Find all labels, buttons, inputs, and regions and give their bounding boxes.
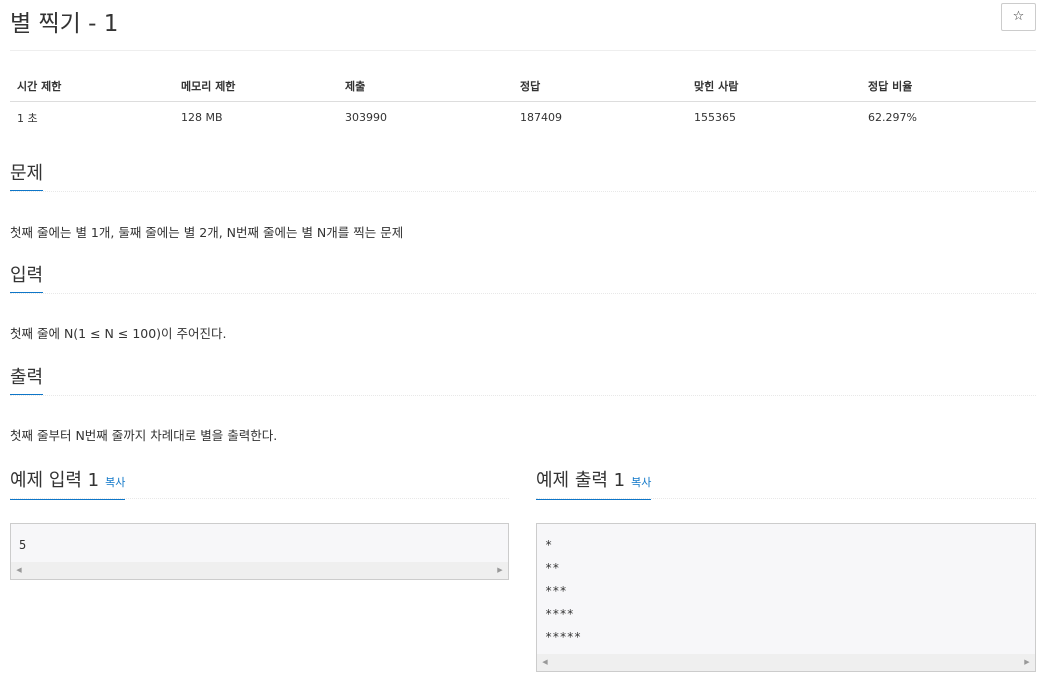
sample-input-content: 5 <box>19 538 27 552</box>
input-title: 입력 <box>10 264 44 293</box>
output-section-header: 출력 <box>10 366 1036 396</box>
output-title: 출력 <box>10 366 44 395</box>
scroll-left-arrow-icon[interactable]: ◀ <box>539 654 551 671</box>
value-time-limit: 1 초 <box>17 111 38 125</box>
value-submissions: 303990 <box>345 111 387 124</box>
header-accept-ratio: 정답 비율 <box>861 70 1036 102</box>
header-submissions: 제출 <box>338 70 513 102</box>
page-title: 별 찍기 - 1 <box>10 11 119 37</box>
scroll-right-arrow-icon[interactable]: ▶ <box>494 562 506 579</box>
value-accept-ratio: 62.297% <box>868 111 917 124</box>
problem-info-table: 시간 제한 메모리 제한 제출 정답 맞힌 사람 정답 비율 1 초 128 M… <box>10 70 1036 133</box>
problem-page: 별 찍기 - 1 ☆ 시간 제한 메모리 제한 제출 정답 맞힌 사람 정답 비… <box>0 0 1043 682</box>
sample-output-header: 예제 출력 1 복사 <box>536 469 1036 500</box>
scroll-right-arrow-icon[interactable]: ▶ <box>1021 654 1033 671</box>
sample-input-title: 예제 입력 1 <box>10 470 100 491</box>
description-title: 문제 <box>10 162 44 191</box>
sample-output-content: * ** *** **** ***** <box>545 538 582 644</box>
title-row: 별 찍기 - 1 ☆ <box>10 0 1036 51</box>
sample-input-heading: 예제 입력 1 복사 <box>10 469 126 500</box>
scroll-left-arrow-icon[interactable]: ◀ <box>13 562 25 579</box>
output-text: 첫째 줄부터 N번째 줄까지 차례대로 별을 출력한다. <box>10 428 278 443</box>
description-text: 첫째 줄에는 별 1개, 둘째 줄에는 별 2개, N번째 줄에는 별 N개를 … <box>10 225 404 240</box>
star-icon: ☆ <box>1012 9 1025 24</box>
value-memory-limit: 128 MB <box>181 111 223 124</box>
sample-input-box: 5 ◀ ▶ <box>10 523 509 580</box>
description-section-header: 문제 <box>10 162 1036 192</box>
info-value-row: 1 초 128 MB 303990 187409 155365 62.297% <box>10 102 1036 134</box>
sample-output-heading: 예제 출력 1 복사 <box>536 469 652 500</box>
value-solved-users: 155365 <box>694 111 736 124</box>
copy-sample-output-link[interactable]: 복사 <box>631 476 651 489</box>
sample-input-scrollbar[interactable]: ◀ ▶ <box>11 562 508 579</box>
input-text: 첫째 줄에 N(1 ≤ N ≤ 100)이 주어진다. <box>10 326 227 341</box>
input-section-header: 입력 <box>10 264 1036 294</box>
header-memory-limit: 메모리 제한 <box>174 70 338 102</box>
favorite-star-button[interactable]: ☆ <box>1001 3 1036 31</box>
copy-sample-input-link[interactable]: 복사 <box>105 476 125 489</box>
header-accepted: 정답 <box>513 70 687 102</box>
sample-output-title: 예제 출력 1 <box>536 470 626 491</box>
sample-output-scrollbar[interactable]: ◀ ▶ <box>537 654 1035 671</box>
header-time-limit: 시간 제한 <box>10 70 174 102</box>
value-accepted: 187409 <box>520 111 562 124</box>
sample-input-header: 예제 입력 1 복사 <box>10 469 509 500</box>
info-header-row: 시간 제한 메모리 제한 제출 정답 맞힌 사람 정답 비율 <box>10 70 1036 102</box>
header-solved-users: 맞힌 사람 <box>687 70 861 102</box>
sample-output-box: * ** *** **** ***** ◀ ▶ <box>536 523 1036 672</box>
